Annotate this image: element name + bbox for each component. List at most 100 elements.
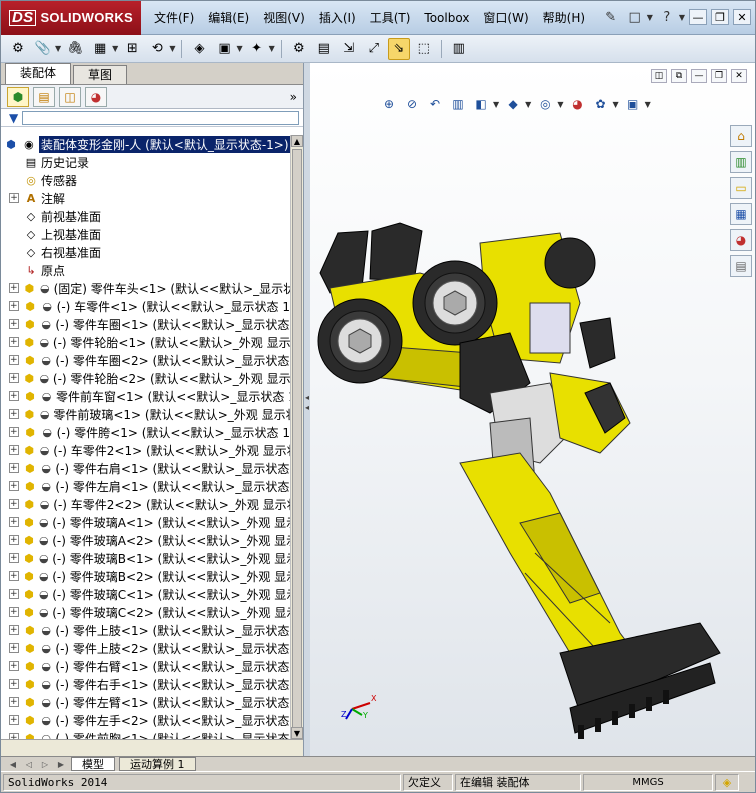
scroll-down-arrow-icon[interactable]: ▼	[291, 727, 303, 739]
viewport-minimize-button[interactable]: —	[691, 69, 707, 83]
expand-toggle[interactable]: +	[9, 571, 19, 581]
menu-window[interactable]: 窗口(W)	[476, 1, 535, 35]
restore-button[interactable]: ❐	[711, 9, 729, 25]
graphics-area[interactable]: ◫ ⧉ — ❐ ✕ ⊕ ⊘ ↶ ▥ ◧ ▼ ◆ ▼ ◎ ▼ ◕ ✿ ▼ ▣ ▼ …	[310, 63, 755, 756]
new-document-icon[interactable]: □	[625, 7, 645, 27]
menu-edit[interactable]: 编辑(E)	[201, 1, 256, 35]
apply-scene-icon[interactable]: ✿	[591, 95, 609, 113]
expand-toggle[interactable]: +	[9, 499, 19, 509]
tree-item-component[interactable]: + ⬢ ◒ (-) 零件左臂<1> (默认<<默认>_显示状态 1>)	[1, 693, 290, 711]
chevron-down-icon[interactable]: ▼	[236, 44, 242, 53]
tree-item-component[interactable]: + ⬢ ◒ (-) 零件前胸<1> (默认<<默认>_显示状态 1>)	[1, 729, 290, 739]
first-tab-arrow-icon[interactable]: ◀	[7, 760, 19, 769]
tab-sketch[interactable]: 草图	[73, 65, 128, 84]
display-manager-icon[interactable]: ◕	[85, 86, 107, 107]
expand-toggle[interactable]: +	[9, 715, 19, 725]
expand-toggle[interactable]: +	[9, 697, 19, 707]
previous-view-icon[interactable]: ↶	[426, 95, 444, 113]
help-icon[interactable]: ?	[657, 7, 677, 27]
file-explorer-icon[interactable]: ▭	[730, 177, 752, 199]
menu-insert[interactable]: 插入(I)	[312, 1, 363, 35]
explode-line-sketch-icon[interactable]: ⤢	[363, 38, 385, 60]
tree-root-assembly[interactable]: ⬢ ◉ 装配体变形金刚-人 (默认<默认_显示状态-1>)	[1, 135, 290, 153]
tree-item-component[interactable]: + ⬢ ◒ (-) 零件右肩<1> (默认<<默认>_显示状态 1>)	[1, 459, 290, 477]
next-tab-arrow-icon[interactable]: ▷	[39, 760, 51, 769]
tree-item-top-plane[interactable]: ◇ 上视基准面	[1, 225, 290, 243]
chevron-down-icon[interactable]: ▼	[612, 100, 618, 109]
feature-manager-icon[interactable]: ⬢	[7, 86, 29, 107]
configuration-manager-icon[interactable]: ◫	[59, 86, 81, 107]
tree-item-component[interactable]: + ⬢ ◒(-) 零件轮胎<2> (默认<<默认>_外观 显示状态 1>)	[1, 369, 290, 387]
chevron-down-icon[interactable]: ▼	[112, 44, 118, 53]
expand-toggle[interactable]: +	[9, 445, 19, 455]
tab-assembly[interactable]: 装配体	[5, 63, 72, 84]
filter-input[interactable]	[22, 110, 299, 125]
expand-toggle[interactable]: +	[9, 427, 19, 437]
tree-item-component[interactable]: + ⬢ ◒ (-) 零件左肩<1> (默认<<默认>_显示状态 1>)	[1, 477, 290, 495]
expand-toggle[interactable]: +	[9, 283, 19, 293]
menu-help[interactable]: 帮助(H)	[536, 1, 592, 35]
viewport-close-button[interactable]: ✕	[731, 69, 747, 83]
tree-horizontal-scrollbar[interactable]	[1, 739, 303, 756]
zoom-to-fit-icon[interactable]: ⊕	[380, 95, 398, 113]
prev-tab-arrow-icon[interactable]: ◁	[23, 760, 35, 769]
tree-item-component[interactable]: + ⬢ ◒(-) 零件玻璃A<1> (默认<<默认>_外观 显示状态 1>)	[1, 513, 290, 531]
expand-toggle[interactable]: +	[9, 625, 19, 635]
new-motion-study-icon[interactable]: ⚙	[288, 38, 310, 60]
robot-model[interactable]	[310, 153, 730, 753]
tree-item-component[interactable]: + ⬢ ◒ (-) 零件上肢<2> (默认<<默认>_显示状态 1>)	[1, 639, 290, 657]
expand-toggle[interactable]: +	[9, 661, 19, 671]
chevron-down-icon[interactable]: ▼	[269, 44, 275, 53]
appearances-scenes-icon[interactable]: ◕	[730, 229, 752, 251]
expand-toggle[interactable]: +	[9, 589, 19, 599]
view-orientation-icon[interactable]: ◆	[504, 95, 522, 113]
tree-item-component[interactable]: + ⬢ ◒(-) 零件轮胎<1> (默认<<默认>_外观 显示状态 1>)	[1, 333, 290, 351]
tree-item-right-plane[interactable]: ◇ 右视基准面	[1, 243, 290, 261]
tree-item-component[interactable]: + ⬢ ◒ (-) 零件车圈<1> (默认<<默认>_显示状态 1>)	[1, 315, 290, 333]
expand-toggle[interactable]: +	[9, 517, 19, 527]
smart-fasteners-icon[interactable]: ⊞	[121, 38, 143, 60]
design-library-icon[interactable]: ▥	[730, 151, 752, 173]
chevron-down-icon[interactable]: ▼	[557, 100, 563, 109]
tree-item-component[interactable]: + ⬢ ◒(-) 零件玻璃C<2> (默认<<默认>_外观 显示状态 1>)	[1, 603, 290, 621]
filter-icon[interactable]: ▼	[9, 111, 18, 125]
tree-item-component[interactable]: + ⬢ ◒(-) 零件玻璃B<2> (默认<<默认>_外观 显示状态 1>)	[1, 567, 290, 585]
tree-item-component[interactable]: + ⬢ ◒ (-) 零件右臂<1> (默认<<默认>_显示状态 1>)	[1, 657, 290, 675]
custom-properties-icon[interactable]: ▤	[730, 255, 752, 277]
expand-toggle[interactable]: +	[9, 355, 19, 365]
expand-toggle[interactable]: +	[9, 301, 19, 311]
expand-toggle[interactable]: +	[9, 553, 19, 563]
minimize-button[interactable]: —	[689, 9, 707, 25]
paperclip-icon[interactable]: 🖇	[64, 38, 86, 60]
chevron-down-icon[interactable]: ▼	[169, 44, 175, 53]
tree-item-component[interactable]: + ⬢ ◒ (-) 零件车圈<2> (默认<<默认>_显示状态 1>)	[1, 351, 290, 369]
more-tabs-icon[interactable]: »	[290, 90, 297, 104]
reference-geometry-icon[interactable]: ✦	[246, 38, 268, 60]
interference-detection-icon[interactable]: ⇘	[387, 37, 410, 60]
tree-item-component[interactable]: + ⬢ ◒ (-) 零件左手<2> (默认<<默认>_显示状态 1>)	[1, 711, 290, 729]
tree-item-component[interactable]: + ⬢ ◒ (-) 零件上肢<1> (默认<<默认>_显示状态 1>)	[1, 621, 290, 639]
expand-toggle[interactable]: +	[9, 373, 19, 383]
tree-item-component[interactable]: + ⬢ ◒零件前玻璃<1> (默认<<默认>_外观 显示状态 1>)	[1, 405, 290, 423]
viewport-restore-button[interactable]: ❐	[711, 69, 727, 83]
tree-item-front-plane[interactable]: ◇ 前视基准面	[1, 207, 290, 225]
tab-motion-study[interactable]: 运动算例 1	[119, 757, 196, 771]
tree-item-origin[interactable]: ↳ 原点	[1, 261, 290, 279]
rebuild-icon[interactable]: ◈	[715, 773, 739, 791]
options-icon[interactable]: ▥	[448, 38, 470, 60]
close-button[interactable]: ✕	[733, 9, 751, 25]
tile-view-icon[interactable]: ◫	[651, 69, 667, 83]
instant3d-icon[interactable]: ⬚	[413, 38, 435, 60]
view-settings-icon[interactable]: ▣	[624, 95, 642, 113]
exploded-view-icon[interactable]: ⇲	[338, 38, 360, 60]
tab-model[interactable]: 模型	[71, 757, 115, 771]
zoom-to-area-icon[interactable]: ⊘	[403, 95, 421, 113]
expand-toggle[interactable]: +	[9, 481, 19, 491]
split-view-icon[interactable]: ⧉	[671, 69, 687, 83]
assembly-features-icon[interactable]: ▣	[213, 38, 235, 60]
chevron-down-icon[interactable]: ▼	[525, 100, 531, 109]
solidworks-resources-icon[interactable]: ⌂	[730, 125, 752, 147]
tree-item-component[interactable]: + ⬢ ◒ 零件前车窗<1> (默认<<默认>_显示状态 1>)	[1, 387, 290, 405]
move-component-icon[interactable]: ⟲	[146, 38, 168, 60]
expand-toggle[interactable]: +	[9, 679, 19, 689]
